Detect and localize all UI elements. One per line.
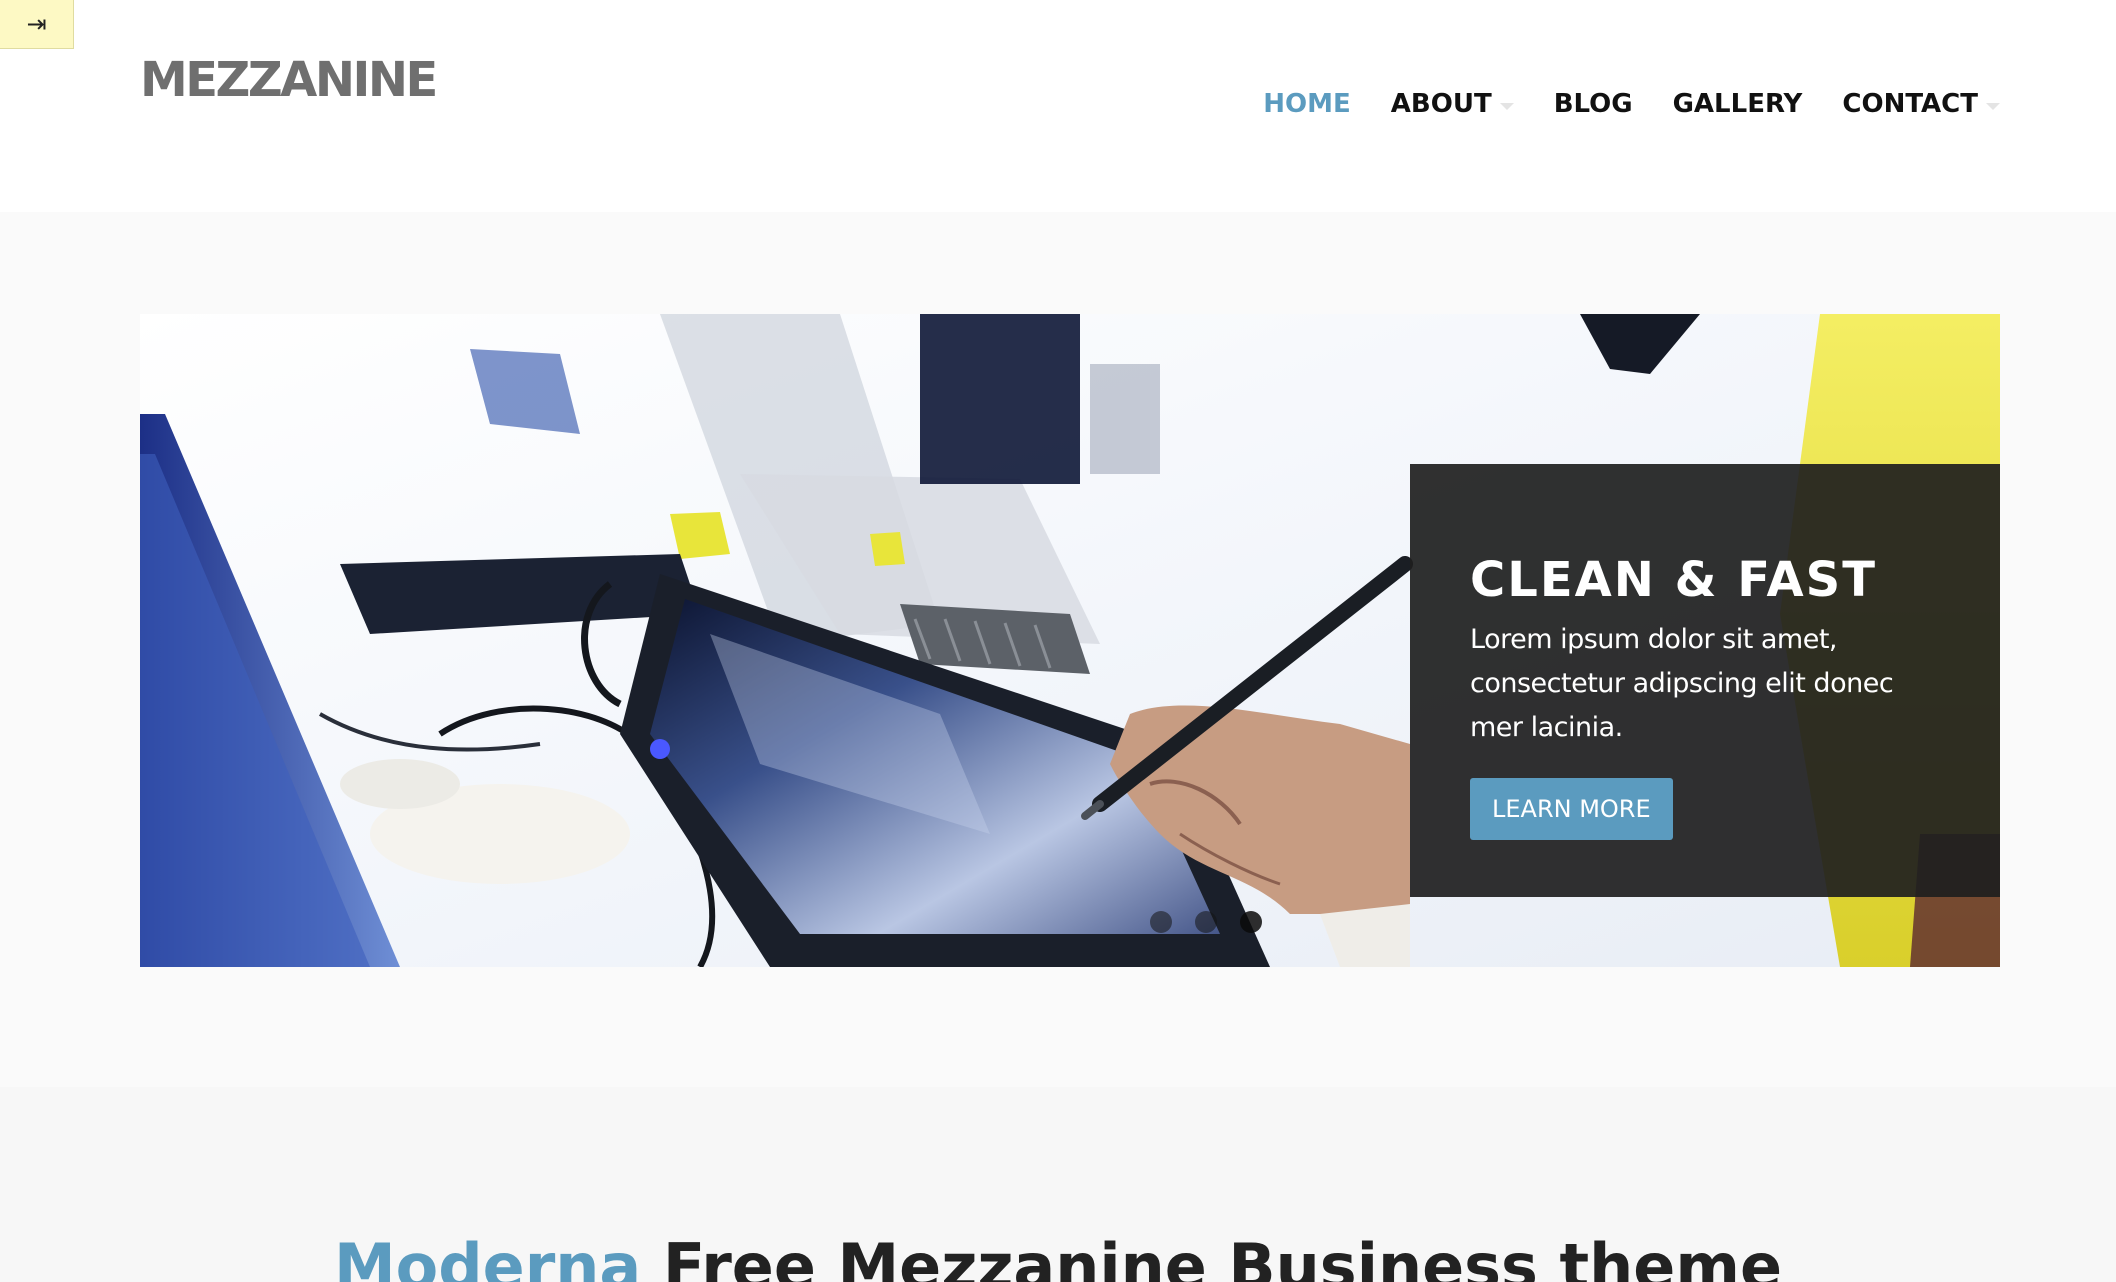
nav-item-gallery[interactable]: GALLERY [1673, 86, 1803, 122]
page: MEZZANINE HOME ABOUT BLOG GALLERY CONTAC… [0, 0, 2116, 1282]
image-slider[interactable]: CLEAN & FAST Lorem ipsum dolor sit amet,… [140, 314, 2000, 967]
intro-title-accent: Moderna [333, 1230, 642, 1282]
nav-item-contact[interactable]: CONTACT [1842, 86, 2000, 122]
slider-dot-2[interactable] [1195, 911, 1217, 933]
site-header: MEZZANINE HOME ABOUT BLOG GALLERY CONTAC… [0, 0, 2116, 212]
intro-title-rest: Free Mezzanine Business theme [641, 1230, 1783, 1282]
arrow-to-right-bar-icon: ⇥ [26, 10, 47, 38]
slider-dot-3[interactable] [1240, 911, 1262, 933]
main-nav: HOME ABOUT BLOG GALLERY CONTACT [1223, 86, 2000, 122]
slide-title: CLEAN & FAST [1470, 552, 1877, 608]
sidebar-toggle-button[interactable]: ⇥ [0, 0, 74, 49]
nav-item-about-label: ABOUT [1390, 89, 1492, 119]
learn-more-button[interactable]: LEARN MORE [1470, 778, 1673, 840]
nav-item-contact-label: CONTACT [1842, 89, 1978, 119]
slider-dot-1[interactable] [1150, 911, 1172, 933]
site-logo[interactable]: MEZZANINE [140, 50, 438, 110]
intro-title: Moderna Free Mezzanine Business theme [0, 1227, 2116, 1282]
chevron-down-icon [1499, 102, 1514, 110]
intro-section: Moderna Free Mezzanine Business theme [0, 1087, 2116, 1282]
slide-caption: CLEAN & FAST Lorem ipsum dolor sit amet,… [1410, 464, 2000, 897]
nav-item-home-label: HOME [1263, 89, 1351, 119]
nav-item-blog-label: BLOG [1553, 89, 1633, 119]
nav-item-gallery-label: GALLERY [1672, 89, 1803, 119]
nav-item-home[interactable]: HOME [1263, 86, 1351, 122]
hero-section: CLEAN & FAST Lorem ipsum dolor sit amet,… [0, 212, 2116, 1087]
nav-item-about[interactable]: ABOUT [1391, 86, 1514, 122]
chevron-down-icon [1986, 102, 2000, 110]
slider-dots [1150, 911, 1285, 933]
slide-text: Lorem ipsum dolor sit amet, consectetur … [1470, 624, 1894, 743]
nav-item-blog[interactable]: BLOG [1554, 86, 1633, 122]
